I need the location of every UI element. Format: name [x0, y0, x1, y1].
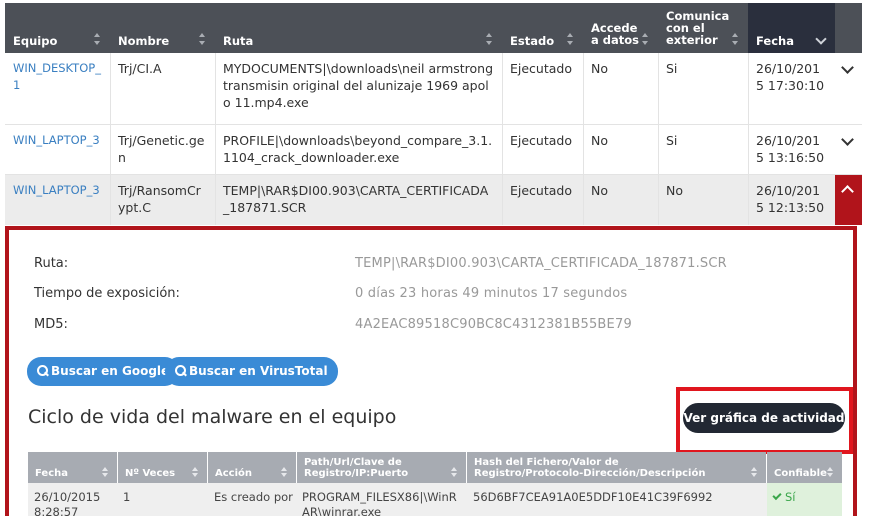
expand-row-button[interactable]: [835, 53, 862, 125]
sort-icon: [751, 467, 758, 477]
search-google-button[interactable]: Buscar en Google: [27, 357, 180, 386]
md5-value: 4A2EAC89518C90BC8C4312381B55BE79: [355, 317, 632, 332]
search-virustotal-label: Buscar en VirusTotal: [189, 364, 328, 378]
ruta-cell: TEMP|\RAR$DI00.903\CARTA_CERTIFICADA_187…: [223, 183, 489, 215]
expand-row-button[interactable]: [835, 125, 862, 175]
column-header-label: Nº Veces: [125, 468, 176, 479]
column-header-label: Fecha: [35, 468, 69, 479]
equipo-link[interactable]: WIN_DESKTOP_1: [5, 53, 110, 125]
lifecycle-header-veces[interactable]: Nº Veces: [118, 452, 207, 483]
sort-icon: [451, 467, 458, 477]
confiable-value: Sí: [785, 490, 796, 504]
accede-cell: No: [591, 183, 608, 198]
lifecycle-accion-cell: Es creado por: [214, 490, 293, 504]
header-spacer: [835, 3, 862, 53]
column-header-label: Hash del Fichero/Valor de Registro/Proto…: [474, 457, 706, 479]
lifecycle-hash-cell: 56D6BF7CEA91A0E5DDF10E41C39F6992: [473, 490, 713, 504]
chevron-down-icon: [841, 61, 854, 74]
column-header-estado[interactable]: Estado: [502, 3, 583, 53]
column-header-label: Acción: [215, 468, 253, 479]
column-header-accede[interactable]: Accede a datos: [583, 3, 658, 53]
sort-icon: [642, 33, 649, 45]
comunica-cell: Si: [666, 61, 678, 76]
column-header-label: Nombre: [118, 34, 170, 48]
tiempo-exposicion-label: Tiempo de exposición:: [34, 286, 180, 301]
lifecycle-header-hash[interactable]: Hash del Fichero/Valor de Registro/Proto…: [467, 452, 766, 483]
tiempo-exposicion-value: 0 días 23 horas 49 minutos 17 segundos: [355, 286, 628, 301]
search-google-label: Buscar en Google: [51, 364, 170, 378]
lifecycle-confiable-cell: Sí: [767, 483, 842, 516]
column-header-ruta[interactable]: Ruta: [215, 3, 502, 53]
md5-label: MD5:: [34, 317, 68, 332]
column-header-label: Path/Url/Clave de Registro/IP:Puerto: [304, 457, 409, 479]
column-header-label: Confiable: [774, 468, 827, 479]
nombre-cell: Trj/RansomCrypt.C: [118, 183, 201, 215]
sort-icon: [732, 33, 739, 45]
lifecycle-fecha-cell: 26/10/2015 8:28:57: [34, 490, 101, 516]
column-header-label: Estado: [510, 34, 555, 48]
column-divider: [215, 53, 216, 225]
column-divider: [658, 53, 659, 225]
sort-icon: [281, 467, 288, 477]
nombre-cell: Trj/Genetic.gen: [118, 133, 205, 165]
chevron-down-icon: [841, 133, 854, 146]
column-divider: [502, 53, 503, 225]
sort-icon: [827, 467, 834, 477]
ruta-value: TEMP|\RAR$DI00.903\CARTA_CERTIFICADA_187…: [355, 256, 727, 271]
lifecycle-header-fecha[interactable]: Fecha: [28, 452, 117, 483]
column-header-label: Equipo: [13, 34, 58, 48]
column-divider: [748, 53, 749, 225]
lifecycle-header-confiable[interactable]: Confiable: [767, 452, 842, 483]
estado-cell: Ejecutado: [510, 61, 572, 76]
lifecycle-header-accion[interactable]: Acción: [208, 452, 296, 483]
ruta-cell: PROFILE|\downloads\beyond_compare_3.1.11…: [223, 133, 493, 165]
comunica-cell: No: [666, 183, 683, 198]
fecha-cell: 26/10/2015 17:30:10: [756, 61, 825, 93]
column-header-comunica[interactable]: Comunica con el exterior: [658, 3, 748, 53]
ruta-label: Ruta:: [34, 256, 69, 271]
column-divider: [110, 53, 111, 225]
search-icon: [37, 365, 48, 376]
column-header-label: Accede a datos: [591, 21, 639, 47]
estado-cell: Ejecutado: [510, 133, 572, 148]
column-header-nombre[interactable]: Nombre: [110, 3, 215, 53]
accede-cell: No: [591, 61, 608, 76]
check-icon: [772, 490, 782, 501]
nombre-cell: Trj/CI.A: [118, 61, 162, 76]
comunica-cell: Si: [666, 133, 678, 148]
sort-icon: [94, 33, 101, 45]
column-header-equipo[interactable]: Equipo: [5, 3, 110, 53]
column-header-label: Fecha: [756, 34, 794, 48]
sort-icon: [567, 33, 574, 45]
sort-icon: [192, 467, 199, 477]
search-virustotal-button[interactable]: Buscar en VirusTotal: [165, 357, 338, 386]
lifecycle-title: Ciclo de vida del malware en el equipo: [28, 406, 397, 428]
chevron-up-icon: [841, 185, 854, 198]
fecha-cell: 26/10/2015 13:16:50: [756, 133, 825, 165]
search-icon: [175, 365, 186, 376]
column-header-label: Ruta: [223, 34, 254, 48]
ruta-cell: MYDOCUMENTS|\downloads\neil armstrong tr…: [223, 61, 494, 110]
equipo-link[interactable]: WIN_LAPTOP_3: [5, 125, 110, 175]
accede-cell: No: [591, 133, 608, 148]
view-activity-graph-button[interactable]: Ver gráfica de actividad: [683, 403, 845, 433]
fecha-cell: 26/10/2015 12:13:50: [756, 183, 825, 215]
column-divider: [583, 53, 584, 225]
lifecycle-path-cell: PROGRAM_FILESX86|\WinRAR\winrar.exe: [302, 490, 457, 516]
sort-icon: [199, 33, 206, 45]
sort-icon: [102, 467, 109, 477]
equipo-link[interactable]: WIN_LAPTOP_3: [5, 175, 110, 225]
lifecycle-header-path[interactable]: Path/Url/Clave de Registro/IP:Puerto: [297, 452, 466, 483]
malware-detail-panel: Ruta: TEMP|\RAR$DI00.903\CARTA_CERTIFICA…: [5, 226, 857, 516]
column-header-label: Comunica con el exterior: [666, 9, 730, 47]
sort-icon: [486, 33, 493, 45]
column-header-fecha[interactable]: Fecha: [748, 3, 835, 53]
lifecycle-veces-cell: 1: [123, 490, 131, 504]
collapse-row-button[interactable]: [835, 175, 862, 225]
estado-cell: Ejecutado: [510, 183, 572, 198]
sort-descending-icon: [815, 33, 827, 45]
